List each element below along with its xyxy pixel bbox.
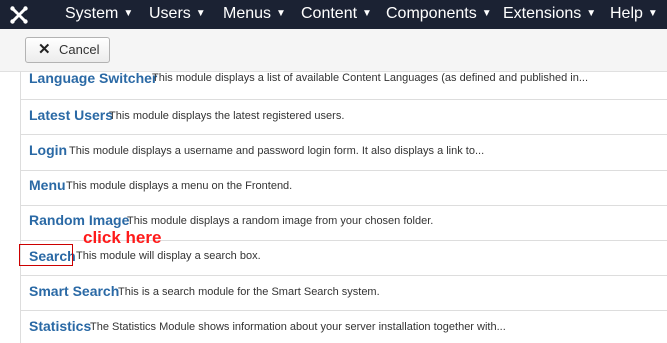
- caret-down-icon: ▼: [123, 8, 134, 19]
- caret-down-icon: ▼: [647, 8, 658, 19]
- module-description: This module displays a random image from…: [127, 215, 434, 227]
- module-list: Language Switcher This module displays a…: [20, 71, 667, 343]
- list-item: Login This module displays a username an…: [21, 135, 667, 171]
- module-link-statistics[interactable]: Statistics: [29, 318, 91, 334]
- module-description: This is a search module for the Smart Se…: [118, 286, 380, 298]
- top-navbar: System ▼ Users ▼ Menus ▼ Content ▼ Component…: [0, 0, 667, 29]
- toolbar: ✕ Cancel: [0, 29, 667, 72]
- nav-system[interactable]: System ▼: [65, 0, 133, 29]
- nav-extensions-label: Extensions: [503, 5, 582, 22]
- caret-down-icon: ▼: [481, 8, 492, 19]
- list-item: Statistics The Statistics Module shows i…: [21, 310, 667, 343]
- nav-components[interactable]: Components ▼: [386, 0, 492, 29]
- module-link-smart-search[interactable]: Smart Search: [29, 283, 119, 299]
- list-item: Smart Search This is a search module for…: [21, 275, 667, 311]
- cancel-button-label: Cancel: [59, 42, 100, 57]
- list-item: Language Switcher This module displays a…: [21, 71, 667, 100]
- search-highlight-box: [19, 244, 73, 266]
- module-description: This module will display a search box.: [76, 250, 261, 262]
- module-link-login[interactable]: Login: [29, 142, 67, 158]
- caret-down-icon: ▼: [276, 8, 286, 19]
- caret-down-icon: ▼: [586, 8, 597, 19]
- nav-users[interactable]: Users ▼: [149, 0, 206, 29]
- nav-menus-label: Menus: [223, 5, 272, 22]
- nav-help-label: Help: [610, 5, 643, 22]
- module-description: This module displays the latest register…: [109, 110, 345, 122]
- nav-content-label: Content: [301, 5, 358, 22]
- caret-down-icon: ▼: [195, 8, 206, 19]
- module-description: The Statistics Module shows information …: [90, 321, 506, 333]
- nav-menus[interactable]: Menus ▼: [223, 0, 286, 29]
- close-icon: ✕: [38, 41, 51, 58]
- module-link-random-image[interactable]: Random Image: [29, 212, 129, 228]
- module-link-language-switcher[interactable]: Language Switcher: [29, 71, 157, 86]
- module-link-latest-users[interactable]: Latest Users: [29, 107, 113, 123]
- list-item: Menu This module displays a menu on the …: [21, 170, 667, 206]
- caret-down-icon: ▼: [362, 8, 372, 19]
- module-description: This module displays a menu on the Front…: [66, 180, 293, 192]
- module-description: This module displays a list of available…: [152, 72, 588, 84]
- list-item: Latest Users This module displays the la…: [21, 99, 667, 135]
- module-link-menu[interactable]: Menu: [29, 177, 66, 193]
- click-here-annotation: click here: [83, 228, 162, 247]
- nav-users-label: Users: [149, 5, 191, 22]
- nav-components-label: Components: [386, 5, 477, 22]
- nav-content[interactable]: Content ▼: [301, 0, 372, 29]
- nav-system-label: System: [65, 5, 119, 22]
- nav-extensions[interactable]: Extensions ▼: [503, 0, 596, 29]
- cancel-button[interactable]: ✕ Cancel: [25, 37, 110, 63]
- nav-help[interactable]: Help ▼: [610, 0, 658, 29]
- joomla-logo-icon[interactable]: [8, 4, 30, 26]
- module-description: This module displays a username and pass…: [69, 145, 485, 157]
